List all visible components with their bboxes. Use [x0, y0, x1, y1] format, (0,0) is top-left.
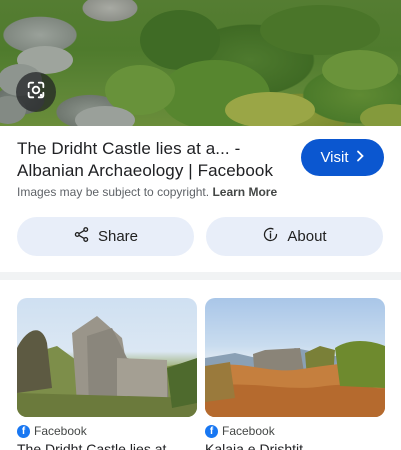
- related-source-label: Facebook: [34, 424, 87, 438]
- main-image[interactable]: [0, 0, 401, 126]
- google-lens-icon: [25, 79, 47, 106]
- info-icon: [262, 226, 279, 247]
- main-image-scenery: [0, 5, 401, 126]
- facebook-icon: f: [17, 424, 30, 438]
- result-title-line1: The Dridht Castle lies at a... -: [17, 139, 241, 158]
- learn-more-link[interactable]: Learn More: [212, 185, 277, 199]
- section-divider: [0, 272, 401, 280]
- related-title-1[interactable]: The Dridht Castle lies at...: [17, 441, 197, 450]
- related-source-label: Facebook: [222, 424, 275, 438]
- copyright-text: Images may be subject to copyright.: [17, 185, 210, 199]
- related-image-1-scene: [17, 316, 197, 417]
- related-image-1[interactable]: [17, 298, 197, 417]
- result-title-line2: Albanian Archaeology | Facebook: [17, 161, 274, 180]
- share-icon: [73, 226, 90, 247]
- facebook-icon: f: [205, 424, 218, 438]
- share-label: Share: [97, 228, 139, 245]
- about-button[interactable]: About: [206, 217, 383, 256]
- visit-button[interactable]: Visit: [301, 139, 384, 176]
- google-lens-button[interactable]: [16, 72, 56, 112]
- related-source-1[interactable]: f Facebook: [17, 424, 87, 438]
- share-button[interactable]: Share: [17, 217, 194, 256]
- visit-button-label: Visit: [320, 149, 349, 166]
- about-label: About: [287, 228, 327, 245]
- chevron-right-icon: [355, 150, 365, 166]
- related-source-2[interactable]: f Facebook: [205, 424, 275, 438]
- result-title[interactable]: The Dridht Castle lies at a... - Albania…: [17, 138, 292, 182]
- related-image-2[interactable]: [205, 298, 385, 417]
- related-image-2-scene: [205, 341, 385, 417]
- copyright-notice: Images may be subject to copyright. Lear…: [17, 185, 277, 199]
- related-title-2[interactable]: Kalaja e Drishtit: [205, 441, 385, 450]
